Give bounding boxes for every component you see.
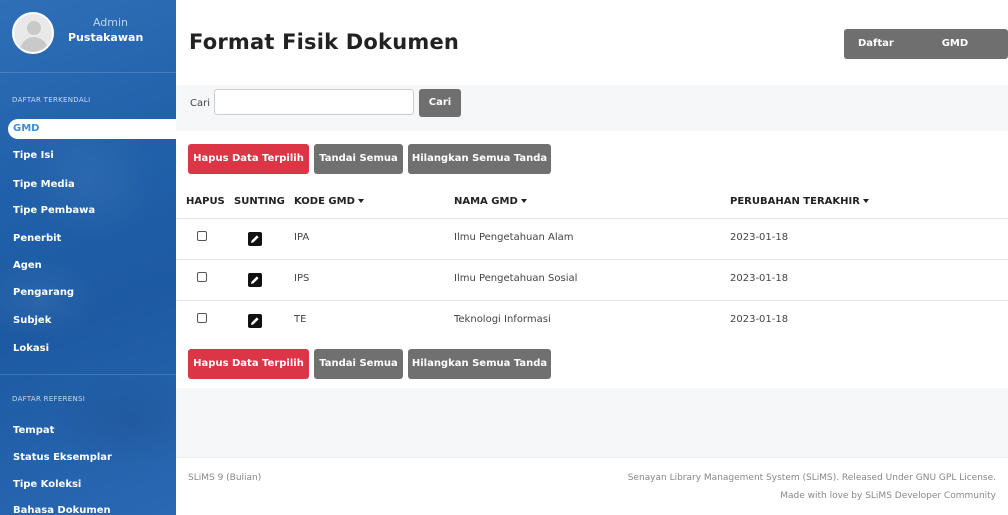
cell-code: TE <box>294 314 307 325</box>
header-button-group: Daftar GMD GMD Baru <box>844 29 1008 79</box>
sidebar-item-tipe-koleksi[interactable]: Tipe Koleksi <box>0 475 176 495</box>
cell-code: IPS <box>294 273 310 284</box>
footer-license: Senayan Library Management System (SLiMS… <box>627 473 996 483</box>
sidebar-section-controlled: DAFTAR TERKENDALI <box>12 96 91 104</box>
column-header-code[interactable]: KODE GMD <box>294 196 364 207</box>
sidebar-item-gmd[interactable]: GMD <box>8 119 176 139</box>
main-content: Format Fisik Dokumen Daftar GMD GMD Baru… <box>176 0 1008 515</box>
cell-updated: 2023-01-18 <box>730 314 789 325</box>
sidebar-item-tempat[interactable]: Tempat <box>0 421 176 441</box>
sidebar-divider <box>0 374 176 375</box>
footer: SLiMS 9 (Bulian) Senayan Library Managem… <box>176 457 1008 515</box>
table-row: IPA Ilmu Pengetahuan Alam 2023-01-18 <box>176 218 1008 259</box>
page-header: Format Fisik Dokumen Daftar GMD GMD Baru <box>176 0 1008 85</box>
column-header-name-label: NAMA GMD <box>454 196 518 207</box>
delete-selected-button[interactable]: Hapus Data Terpilih <box>188 349 309 379</box>
avatar-body-shape <box>20 37 48 52</box>
edit-icon[interactable] <box>248 273 262 287</box>
edit-icon[interactable] <box>248 314 262 328</box>
avatar[interactable] <box>12 12 54 54</box>
sort-caret-icon <box>357 199 364 203</box>
sidebar-section-reference: DAFTAR REFERENSI <box>12 395 86 403</box>
uncheck-all-button[interactable]: Hilangkan Semua Tanda <box>408 144 551 174</box>
sidebar-item-tipe-pembawa[interactable]: Tipe Pembawa <box>0 201 176 221</box>
bulk-actions-top: Hapus Data Terpilih Tandai Semua Hilangk… <box>176 131 1008 187</box>
pencil-icon <box>251 317 259 325</box>
cell-name: Ilmu Pengetahuan Sosial <box>454 273 578 284</box>
sidebar-item-pengarang[interactable]: Pengarang <box>0 283 176 303</box>
sidebar-item-penerbit[interactable]: Penerbit <box>0 229 176 249</box>
cell-name: Teknologi Informasi <box>454 314 551 325</box>
sidebar-item-agen[interactable]: Agen <box>0 256 176 276</box>
sidebar: Admin Pustakawan DAFTAR TERKENDALI GMD T… <box>0 0 176 515</box>
sort-caret-icon <box>862 199 869 203</box>
bulk-actions-bottom: Hapus Data Terpilih Tandai Semua Hilangk… <box>176 341 1008 388</box>
row-checkbox[interactable] <box>197 231 207 241</box>
column-header-updated-label: PERUBAHAN TERAKHIR <box>730 196 860 207</box>
footer-credit: Made with love by SLiMS Developer Commun… <box>780 491 996 501</box>
search-input[interactable] <box>214 89 414 115</box>
sort-caret-icon <box>520 199 527 203</box>
avatar-head-shape <box>27 21 41 35</box>
delete-selected-button[interactable]: Hapus Data Terpilih <box>188 144 309 174</box>
page-title: Format Fisik Dokumen <box>189 30 460 54</box>
column-header-name[interactable]: NAMA GMD <box>454 196 527 207</box>
user-box: Admin Pustakawan <box>0 0 176 64</box>
column-header-updated[interactable]: PERUBAHAN TERAKHIR <box>730 196 869 207</box>
check-all-button[interactable]: Tandai Semua <box>314 349 403 379</box>
column-header-delete: HAPUS <box>186 196 225 207</box>
sidebar-item-bahasa-dokumen[interactable]: Bahasa Dokumen <box>0 501 176 515</box>
search-bar: Cari Cari <box>176 85 1008 123</box>
user-name: Pustakawan <box>68 31 144 44</box>
row-checkbox[interactable] <box>197 272 207 282</box>
footer-version: SLiMS 9 (Bulian) <box>188 473 262 483</box>
sidebar-item-status-eksemplar[interactable]: Status Eksemplar <box>0 448 176 468</box>
new-gmd-button[interactable]: GMD Baru <box>932 29 1008 79</box>
search-label: Cari <box>190 98 210 109</box>
edit-icon[interactable] <box>248 232 262 246</box>
pencil-icon <box>251 235 259 243</box>
search-button[interactable]: Cari <box>419 89 461 117</box>
sidebar-item-subjek[interactable]: Subjek <box>0 311 176 331</box>
check-all-button[interactable]: Tandai Semua <box>314 144 403 174</box>
gmd-table: HAPUS SUNTING KODE GMD NAMA GMD PERUBAHA… <box>176 180 1008 344</box>
pencil-icon <box>251 276 259 284</box>
sidebar-item-tipe-isi[interactable]: Tipe Isi <box>0 146 176 166</box>
row-checkbox[interactable] <box>197 313 207 323</box>
cell-updated: 2023-01-18 <box>730 273 789 284</box>
uncheck-all-button[interactable]: Hilangkan Semua Tanda <box>408 349 551 379</box>
cell-name: Ilmu Pengetahuan Alam <box>454 232 574 243</box>
sidebar-item-lokasi[interactable]: Lokasi <box>0 339 176 359</box>
user-role: Admin <box>92 16 128 29</box>
table-row: IPS Ilmu Pengetahuan Sosial 2023-01-18 <box>176 259 1008 300</box>
column-header-code-label: KODE GMD <box>294 196 355 207</box>
list-gmd-button[interactable]: Daftar GMD <box>844 29 932 79</box>
cell-code: IPA <box>294 232 310 243</box>
cell-updated: 2023-01-18 <box>730 232 789 243</box>
sidebar-item-tipe-media[interactable]: Tipe Media <box>0 175 176 195</box>
column-header-edit: SUNTING <box>234 196 285 207</box>
table-row: TE Teknologi Informasi 2023-01-18 <box>176 300 1008 341</box>
sidebar-divider <box>0 72 176 73</box>
